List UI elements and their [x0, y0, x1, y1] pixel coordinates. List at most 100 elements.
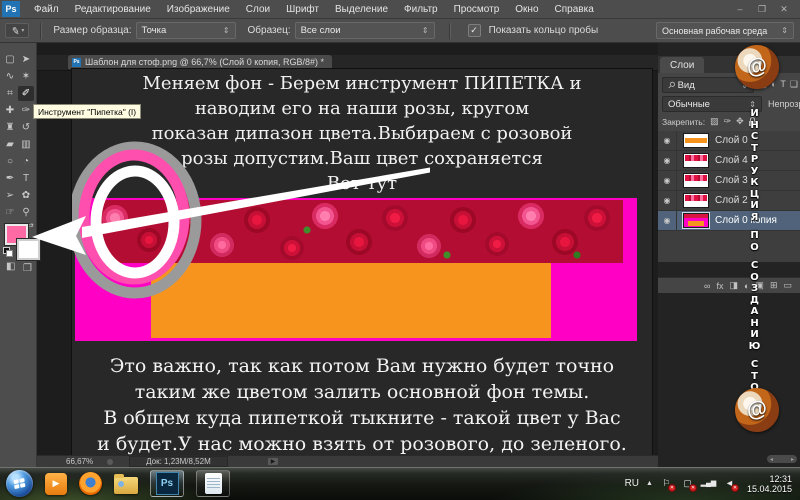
tool-blur[interactable]: ○ [2, 154, 18, 169]
screen-mode-button[interactable]: ❐ [23, 263, 32, 274]
sample-layers-dropdown[interactable]: Все слои [294, 22, 435, 39]
visibility-eye-icon[interactable]: ◉ [664, 196, 671, 205]
menu-item-Редактирование[interactable]: Редактирование [67, 4, 159, 15]
layer-row[interactable]: ◉ Слой 3 [658, 171, 800, 191]
media-player-icon[interactable] [45, 472, 67, 495]
sample-size-dropdown[interactable]: Точка [135, 22, 236, 39]
tool-zoom[interactable]: ⚲ [18, 205, 34, 220]
tool-gradient[interactable]: ▥ [18, 137, 34, 152]
status-menu-arrow-icon[interactable]: ▶ [267, 458, 279, 465]
visibility-eye-icon[interactable]: ◉ [664, 136, 671, 145]
lock-brush-icon[interactable]: ✑ [724, 116, 732, 127]
layer-thumbnail[interactable] [683, 193, 709, 208]
link-layers-icon[interactable]: ∞ [704, 281, 710, 291]
workspace-dropdown[interactable]: Основная рабочая среда [656, 22, 794, 39]
visibility-eye-icon[interactable]: ◉ [664, 216, 671, 225]
tool-dodge[interactable]: ◔ [18, 154, 34, 169]
tool-healing-brush[interactable]: ✚ [2, 103, 18, 118]
menu-item-Файл[interactable]: Файл [26, 4, 67, 15]
start-button[interactable] [6, 470, 33, 497]
filter-type-icon[interactable]: T [780, 79, 786, 90]
layer-thumbnail[interactable] [682, 212, 710, 229]
menu-item-Фильтр[interactable]: Фильтр [396, 4, 446, 15]
explorer-icon[interactable] [114, 473, 138, 494]
document-size-field[interactable]: Док: 1,23M/8,52M [129, 456, 228, 467]
menu-item-Просмотр[interactable]: Просмотр [446, 4, 508, 15]
tool-type[interactable]: T [18, 171, 34, 186]
new-layer-icon[interactable]: ⊞ [770, 280, 778, 291]
menu-item-Справка[interactable]: Справка [547, 4, 602, 15]
lock-move-icon[interactable]: ✥ [736, 116, 744, 127]
delete-layer-icon[interactable]: ▭ [783, 280, 792, 291]
tool-hand[interactable]: ☞ [2, 205, 18, 220]
tool-eyedropper[interactable]: ✐ [18, 86, 34, 101]
close-button[interactable]: ✕ [778, 4, 790, 15]
signal-icon[interactable]: ▂▄▆ [701, 477, 717, 490]
tool-brush[interactable]: ✑ [18, 103, 34, 118]
tool-magic-wand[interactable]: ✶ [18, 69, 34, 84]
show-sampling-ring-checkbox[interactable] [467, 24, 481, 37]
photoshop-button[interactable]: Ps [150, 470, 184, 497]
eye-cell[interactable]: ◉ [658, 131, 677, 150]
tool-custom-shape[interactable]: ✿ [18, 188, 34, 203]
tool-pen[interactable]: ✒ [2, 171, 18, 186]
default-colors-icon[interactable] [3, 247, 13, 257]
menu-item-Окно[interactable]: Окно [507, 4, 546, 15]
layer-row[interactable]: ◉ Слой 0 копия [658, 211, 800, 231]
menu-item-Изображение[interactable]: Изображение [159, 4, 238, 15]
show-hidden-icons-button[interactable]: ▲ [646, 480, 653, 487]
layer-name: Слой 4 [715, 155, 748, 166]
layer-thumbnail[interactable] [683, 173, 709, 188]
blend-mode-dropdown[interactable]: Обычные [662, 96, 762, 112]
layer-mask-icon[interactable]: ◨ [729, 280, 738, 291]
layer-thumbnail[interactable] [683, 153, 709, 168]
zoom-level[interactable]: 66,67% [66, 457, 93, 466]
visibility-eye-icon[interactable]: ◉ [664, 176, 671, 185]
layer-group-icon[interactable]: ▣ [755, 280, 764, 291]
lock-transparent-icon[interactable]: ▨ [710, 116, 719, 127]
quick-mask-button[interactable]: ◧ [6, 261, 15, 272]
tab-layers[interactable]: Слои [660, 57, 705, 73]
swap-colors-icon[interactable]: ⇄ [27, 221, 34, 230]
canvas[interactable]: Меняем фон - Берем инструмент ПИПЕТКА и н… [72, 69, 652, 457]
lock-all-icon[interactable] [748, 117, 756, 126]
canvas-text-line: наводим его на наши розы, кругом [194, 98, 530, 119]
layer-thumbnail[interactable] [683, 133, 709, 148]
tool-history-brush[interactable]: ↺ [18, 120, 34, 135]
eye-cell[interactable]: ◉ [658, 211, 677, 230]
language-indicator[interactable]: RU [625, 478, 639, 489]
layer-row[interactable]: ◉ Слой 2 [658, 191, 800, 211]
search-icon: ⚲ [665, 78, 678, 91]
tool-rectangular-marquee[interactable]: ▢ [2, 52, 18, 67]
tool-lasso[interactable]: ∿ [2, 69, 18, 84]
visibility-eye-icon[interactable]: ◉ [664, 156, 671, 165]
eyedropper-preset-button[interactable]: ✐ ▾ [5, 23, 30, 38]
layer-row[interactable]: ◉ Слой 0 [658, 131, 800, 151]
eye-cell[interactable]: ◉ [658, 171, 677, 190]
restore-button[interactable]: ❐ [756, 4, 768, 15]
mini-scrollbar[interactable]: ◂ ▸ [767, 455, 797, 463]
firefox-icon[interactable] [79, 472, 102, 495]
tool-crop[interactable]: ⌗ [2, 86, 18, 101]
volume-muted-icon[interactable]: ◄ [723, 477, 739, 492]
notepad-button[interactable] [196, 470, 230, 497]
minimize-button[interactable]: – [734, 4, 746, 15]
network-error-icon[interactable]: ▢ [681, 477, 697, 492]
layer-effects-icon[interactable]: fx [716, 281, 723, 291]
layer-row[interactable]: ◉ Слой 4 [658, 151, 800, 171]
document-tab[interactable]: Ps Шаблон для стоф.png @ 66,7% (Слой 0 к… [68, 55, 333, 69]
action-center-icon[interactable]: ⚐ [660, 477, 676, 492]
eye-cell[interactable]: ◉ [658, 191, 677, 210]
clock[interactable]: 12:31 15.04.2015 [747, 474, 792, 494]
tool-eraser[interactable]: ▰ [2, 137, 18, 152]
filter-shape-icon[interactable]: ❏ [790, 79, 798, 90]
menu-item-Шрифт[interactable]: Шрифт [278, 4, 327, 15]
background-color-swatch[interactable] [17, 239, 40, 260]
menu-item-Слои[interactable]: Слои [238, 4, 278, 15]
tool-path-selection[interactable]: ➢ [2, 188, 18, 203]
tool-move[interactable]: ➤ [18, 52, 34, 67]
menu-item-Выделение[interactable]: Выделение [327, 4, 396, 15]
tool-clone-stamp[interactable]: ♜ [2, 120, 18, 135]
eye-cell[interactable]: ◉ [658, 151, 677, 170]
adjustment-layer-icon[interactable]: ◐ [744, 281, 749, 291]
